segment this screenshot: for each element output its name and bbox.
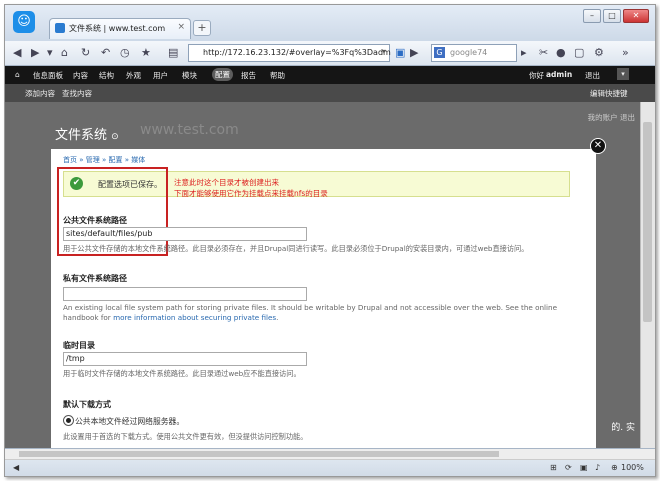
overlay-dialog: 首页 » 管理 » 配置 » 媒体 ✔ 配置选项已保存。 注意此时这个目录才被创… — [51, 149, 596, 448]
undo-close-tab-icon[interactable]: ↶ — [101, 46, 110, 59]
annotation-line-1: 注意此时这个目录才被创建出来 — [174, 178, 279, 187]
status-tool-icon[interactable]: ⊞ — [550, 463, 557, 472]
shortcut-add-content[interactable]: 添加内容 — [25, 88, 55, 99]
greeting-text: 你好 — [529, 71, 544, 80]
browser-tab[interactable]: 文件系统 | www.test.com × — [49, 18, 191, 39]
private-path-input[interactable] — [63, 287, 307, 301]
search-input[interactable]: google74 — [450, 48, 487, 57]
temp-dir-input[interactable]: /tmp — [63, 352, 307, 366]
tools-icon[interactable]: ✂ — [539, 46, 548, 59]
download-method-label: 默认下载方式 — [63, 400, 111, 409]
navigation-bar: ◀ ▶ ▾ ⌂ ↻ ↶ ◷ ★ ▤ http://172.16.23.132/#… — [5, 41, 655, 66]
reload-icon[interactable]: ↻ — [81, 46, 90, 59]
download-method-description: 此设置用于首选的下载方式。使用公共文件更有效，但没提供访问控制功能。 — [63, 432, 308, 441]
toolbar-item-help[interactable]: 帮助 — [270, 70, 285, 81]
search-box[interactable]: G google74 — [431, 44, 517, 62]
page-title-text: 文件系统 — [55, 128, 108, 143]
admin-toolbar: ⌂ 信息面板 内容 结构 外观 用户 模块 配置 报告 帮助 你好 admin … — [5, 66, 655, 84]
temp-dir-description: 用于临时文件存储的本地文件系统路径。此目录通过web应不能直接访问。 — [63, 369, 301, 378]
public-path-input[interactable]: sites/default/files/pub — [63, 227, 307, 241]
home-icon[interactable]: ⌂ — [61, 46, 68, 59]
annotation-line-2: 下面才能够使用它作为挂载点来挂载nfs的目录 — [174, 189, 328, 198]
history-icon[interactable]: ◷ — [120, 46, 130, 59]
username-link[interactable]: admin — [546, 70, 572, 79]
public-path-description: 用于公共文件存储的本地文件系统路径。此目录必须存在，并且Drupal同进行读写。… — [63, 244, 529, 253]
title-bar: ☺ 文件系统 | www.test.com × + – □ ✕ — [5, 5, 655, 41]
shortcuts-bar: 添加内容 查找内容 编辑快捷键 — [5, 84, 655, 102]
address-text: http://172.16.23.132/#overlay=%3Fq%3Dadm — [203, 48, 391, 57]
watermark-text: www.test.com — [140, 122, 239, 138]
settings-icon[interactable]: ⚙ — [594, 46, 604, 59]
toolbar-item-configuration[interactable]: 配置 — [212, 68, 233, 81]
toolbar-item-structure[interactable]: 结构 — [99, 70, 114, 81]
annotation-highlight-box — [57, 167, 168, 256]
page-title-gear-icon[interactable]: ⊙ — [111, 132, 119, 142]
shortcut-find-content[interactable]: 查找内容 — [62, 88, 92, 99]
minimize-button[interactable]: – — [583, 9, 601, 23]
private-path-label: 私有文件系统路径 — [63, 274, 127, 283]
search-go-icon[interactable]: ▸ — [521, 46, 527, 59]
zoom-icon[interactable]: ⊕ — [611, 463, 618, 472]
public-path-label: 公共文件系统路径 — [63, 216, 127, 225]
close-window-button[interactable]: ✕ — [623, 9, 649, 23]
horizontal-scrollbar[interactable] — [5, 449, 655, 460]
annotation-note: 注意此时这个目录才被创建出来 下面才能够使用它作为挂载点来挂载nfs的目录 — [174, 177, 328, 199]
menu-icon[interactable]: » — [622, 46, 629, 59]
forward-icon[interactable]: ▶ — [31, 46, 39, 59]
status-bar: ◀ ⊞ ⟳ ▣ ♪ ⊕ 100% — [5, 448, 655, 476]
zoom-level[interactable]: 100% — [621, 463, 644, 472]
toolbar-toggle-icon[interactable]: ▾ — [617, 68, 629, 80]
breadcrumb[interactable]: 首页 » 管理 » 配置 » 媒体 — [63, 155, 145, 165]
download-public-radio[interactable] — [63, 415, 74, 426]
edit-shortcuts-link[interactable]: 编辑快捷键 — [590, 88, 628, 99]
address-dropdown-icon[interactable]: ▾ — [382, 47, 386, 56]
toolbar-home-icon[interactable]: ⌂ — [15, 70, 20, 79]
toolbar-item-dashboard[interactable]: 信息面板 — [33, 70, 63, 81]
horizontal-scrollbar-thumb[interactable] — [19, 451, 499, 457]
private-path-description-2: handbook for more information about secu… — [63, 313, 278, 322]
new-tab-button[interactable]: + — [193, 20, 211, 36]
status-sync-icon[interactable]: ⟳ — [565, 463, 572, 472]
tab-close-icon[interactable]: × — [177, 22, 185, 32]
toolbar-item-people[interactable]: 用户 — [153, 70, 168, 81]
page-background: 我的账户 退出 文件系统 ⊙ www.test.com 的. 实 首页 » 管理… — [5, 102, 655, 448]
lock-icon[interactable]: ● — [556, 46, 566, 59]
toolbar-item-appearance[interactable]: 外观 — [126, 70, 141, 81]
temp-dir-label: 临时目录 — [63, 341, 95, 350]
bookmark-star-icon[interactable]: ★ — [141, 46, 151, 59]
private-path-description-1: An existing local file system path for s… — [63, 303, 558, 312]
browser-logo-icon: ☺ — [13, 11, 35, 33]
screenshot-icon[interactable]: ▢ — [574, 46, 584, 59]
search-engine-icon[interactable]: G — [434, 47, 445, 58]
account-links[interactable]: 我的账户 退出 — [588, 112, 635, 123]
scrollbar-thumb[interactable] — [643, 122, 652, 322]
go-icon[interactable]: ▶ — [410, 46, 418, 59]
window-controls: – □ ✕ — [581, 9, 649, 23]
address-bar[interactable]: http://172.16.23.132/#overlay=%3Fq%3Dadm… — [188, 44, 391, 62]
securing-private-files-link[interactable]: more information about securing private … — [113, 313, 276, 322]
private-desc-prefix: handbook for — [63, 313, 111, 322]
site-icon: ▤ — [168, 46, 179, 59]
status-sound-icon[interactable]: ♪ — [595, 463, 600, 472]
download-public-option[interactable]: 公共本地文件经过网络服务器。 — [75, 416, 184, 427]
maximize-button[interactable]: □ — [603, 9, 621, 23]
overlay-close-button[interactable]: ✕ — [590, 138, 606, 154]
page-title: 文件系统 ⊙ — [55, 124, 119, 143]
browser-window: ☺ 文件系统 | www.test.com × + – □ ✕ ◀ ▶ ▾ ⌂ ↻ … — [4, 4, 656, 477]
status-save-icon[interactable]: ▣ — [580, 463, 588, 472]
toolbar-item-reports[interactable]: 报告 — [241, 70, 256, 81]
page-side-text: 的. 实 — [611, 423, 635, 433]
tab-favicon-icon — [55, 23, 65, 33]
back-icon[interactable]: ◀ — [13, 46, 21, 59]
toolbar-item-content[interactable]: 内容 — [73, 70, 88, 81]
tab-title: 文件系统 | www.test.com — [69, 24, 166, 33]
private-desc-suffix: . — [276, 313, 279, 322]
toolbar-item-modules[interactable]: 模块 — [182, 70, 197, 81]
logout-link[interactable]: 退出 — [585, 70, 600, 81]
history-dropdown-icon[interactable]: ▾ — [47, 46, 53, 59]
status-arrow-icon[interactable]: ◀ — [13, 463, 19, 472]
feed-icon[interactable]: ▣ — [395, 46, 405, 59]
vertical-scrollbar[interactable] — [640, 102, 655, 448]
